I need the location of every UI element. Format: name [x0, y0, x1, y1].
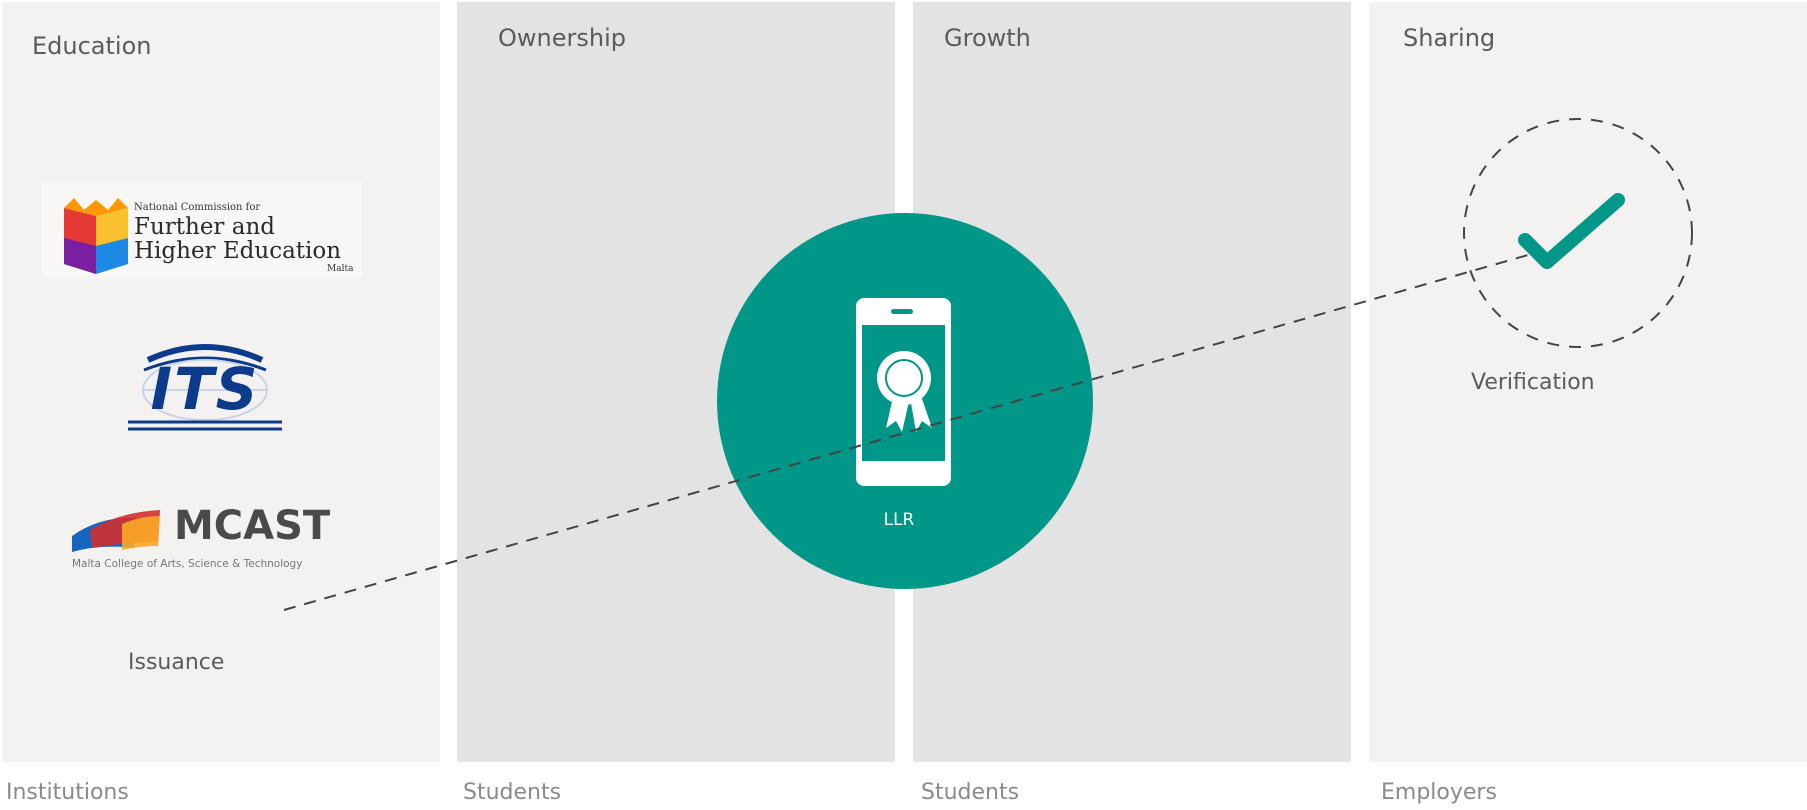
checkmark-icon [1518, 193, 1625, 269]
llr-label: LLR [883, 510, 915, 530]
issuance-label: Issuance [128, 650, 225, 675]
verification-label: Verification [1471, 370, 1595, 395]
diagram-overlay [283, 118, 1693, 611]
